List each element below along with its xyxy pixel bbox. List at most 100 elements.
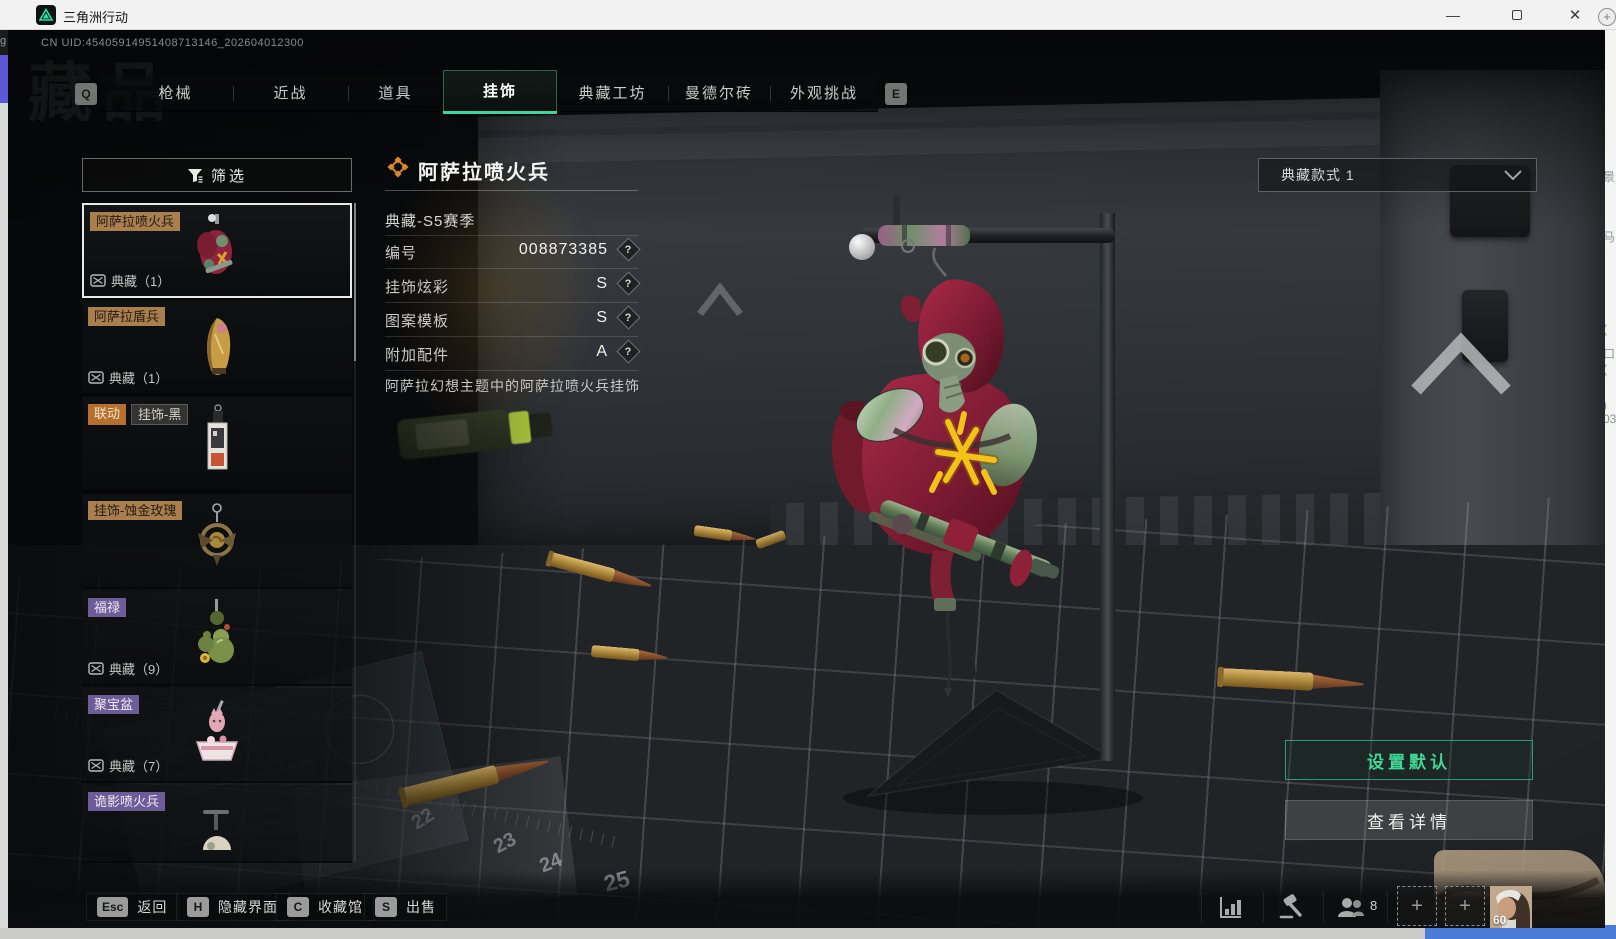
item-thumbnail: [198, 598, 234, 663]
hotkey-back[interactable]: Esc 返回: [86, 893, 179, 921]
ruler-number: 22: [407, 803, 439, 835]
list-item[interactable]: 挂饰-蚀金玫瑰: [82, 494, 352, 589]
item-tag: 诡影喷火兵: [88, 792, 166, 811]
background-window-right-edge: 景 马 ( 口( ) 03: [1605, 30, 1616, 928]
hotkey-hide-ui[interactable]: H 隐藏界面: [176, 893, 289, 921]
add-slot-button[interactable]: +: [1445, 886, 1485, 926]
item-tag: 阿萨拉喷火兵: [90, 212, 181, 231]
collection-icon: [88, 371, 104, 384]
collection-icon: [88, 759, 104, 772]
friends-count: 8: [1370, 898, 1378, 913]
ruler-number: 23: [489, 828, 520, 858]
friends-icon[interactable]: [1334, 890, 1368, 924]
charm-title: 阿萨拉喷火兵: [418, 162, 550, 184]
hotkey-label: 收藏馆: [318, 899, 363, 915]
tab-collection-workshop[interactable]: 典藏工坊: [557, 75, 668, 112]
help-icon[interactable]: ?: [616, 271, 641, 296]
market-stats-icon[interactable]: [1213, 890, 1247, 924]
icon-divider: [1201, 892, 1202, 922]
charm-sleeve: [878, 225, 970, 246]
avatar-level: 60: [1493, 913, 1507, 927]
row-value: A: [596, 343, 608, 360]
ruler-number: 25: [600, 865, 633, 897]
maximize-icon[interactable]: [1494, 0, 1540, 30]
item-count: 典藏（7）: [109, 759, 169, 774]
filter-label: 筛选: [210, 167, 247, 185]
avatar[interactable]: 60: [1490, 886, 1532, 928]
collection-icon: [88, 662, 104, 675]
item-count: 典藏（1）: [109, 371, 169, 386]
charm-description: 阿萨拉幻想主题中的阿萨拉喷火兵挂饰: [385, 378, 640, 394]
charm-3d-view[interactable]: [798, 130, 1238, 830]
tab-items[interactable]: 道具: [348, 75, 443, 112]
view-details-button[interactable]: 查看详情: [1285, 800, 1533, 840]
tab-prev-key-hint[interactable]: Q: [75, 83, 97, 105]
row-value: 008873385: [518, 241, 608, 258]
background-window-edge: g: [0, 30, 8, 55]
edge-text-fragment: ): [1605, 398, 1607, 412]
set-default-label: 设置默认: [1367, 752, 1451, 772]
item-tag: 阿萨拉盾兵: [88, 307, 166, 326]
charm-season: 典藏-S5赛季: [385, 213, 476, 230]
item-thumbnail: [198, 502, 236, 566]
chevron-down-icon: [1504, 170, 1522, 180]
collection-icon: [90, 274, 106, 287]
charm-list: 阿萨拉喷火兵 典藏（1） 阿萨拉盾兵 典藏（1） 联动 挂饰-黑 挂饰-蚀金玫瑰…: [82, 203, 354, 863]
divider: [385, 336, 638, 337]
stand-pole: [1100, 213, 1115, 761]
charm-quality-icon: [387, 156, 409, 178]
item-tag: 挂饰-蚀金玫瑰: [88, 501, 183, 520]
hotkey-label: 出售: [406, 899, 436, 915]
help-icon[interactable]: ?: [616, 339, 641, 364]
row-value: S: [596, 309, 608, 326]
crate-chevron-mark: [1411, 332, 1511, 395]
hotkey-collection-hall[interactable]: C 收藏馆: [276, 893, 374, 921]
taskbar-strip: [0, 928, 1616, 939]
crate-latch: [1462, 290, 1508, 362]
row-value: S: [596, 275, 608, 292]
style-select-dropdown[interactable]: 典藏款式 1: [1258, 158, 1537, 192]
view-details-label: 查看详情: [1367, 812, 1451, 832]
window-title: 三角洲行动: [63, 10, 129, 25]
tab-weapons[interactable]: 枪械: [118, 75, 233, 112]
close-icon[interactable]: ✕: [1552, 0, 1598, 30]
item-count: 典藏（1）: [111, 274, 171, 289]
edge-text-fragment: 03: [1605, 412, 1616, 426]
item-count: 典藏（9）: [109, 662, 169, 677]
add-slot-button[interactable]: +: [1397, 886, 1437, 926]
game-viewport: 22 23 24 25 CN UID:45405914951408713146_…: [8, 30, 1605, 928]
auction-gavel-icon[interactable]: [1274, 890, 1308, 924]
hotkey-sell[interactable]: S 出售: [364, 893, 447, 921]
tab-melee[interactable]: 近战: [233, 75, 348, 112]
plus-icon: +: [1459, 894, 1471, 917]
item-thumbnail: [197, 213, 233, 274]
tab-mandel-brick[interactable]: 曼德尔砖: [668, 75, 770, 112]
tab-next-key-hint[interactable]: E: [885, 83, 907, 105]
list-item[interactable]: 福禄 典藏（9）: [82, 591, 352, 686]
item-tag: 挂饰-黑: [131, 404, 189, 425]
edge-text-fragment: 景: [1605, 170, 1616, 184]
item-thumbnail: [203, 810, 231, 851]
item-tag: 聚宝盆: [88, 695, 140, 714]
minimize-icon[interactable]: —: [1430, 0, 1476, 30]
list-scrollbar-thumb[interactable]: [354, 203, 356, 361]
list-item[interactable]: 阿萨拉盾兵 典藏（1）: [82, 300, 352, 395]
set-default-button[interactable]: 设置默认: [1285, 740, 1533, 780]
list-item[interactable]: 诡影喷火兵: [82, 785, 352, 863]
list-item[interactable]: 聚宝盆 典藏（7）: [82, 688, 352, 783]
tab-charms-label: 挂饰: [482, 83, 517, 100]
list-item[interactable]: 联动 挂饰-黑: [82, 397, 352, 492]
filter-button[interactable]: 筛选: [82, 158, 352, 192]
screen: 三角洲行动 — ✕ + g 景 马 ( 口( ) 03 22 23 24: [0, 0, 1616, 939]
background-window-strip: [0, 103, 8, 928]
item-thumbnail: [207, 403, 228, 470]
flame-soldier-figure: [831, 279, 1060, 698]
background-window-accent-strip: [0, 55, 8, 103]
tab-appearance-challenge[interactable]: 外观挑战: [770, 75, 878, 112]
help-icon[interactable]: ?: [616, 305, 641, 330]
tab-charms-active[interactable]: 挂饰: [443, 70, 557, 114]
list-item[interactable]: 阿萨拉喷火兵 典藏（1）: [82, 203, 352, 298]
edge-text-fragment: 口(: [1605, 347, 1616, 376]
help-icon[interactable]: ?: [616, 237, 641, 262]
edge-text-fragment: (: [1605, 322, 1607, 336]
